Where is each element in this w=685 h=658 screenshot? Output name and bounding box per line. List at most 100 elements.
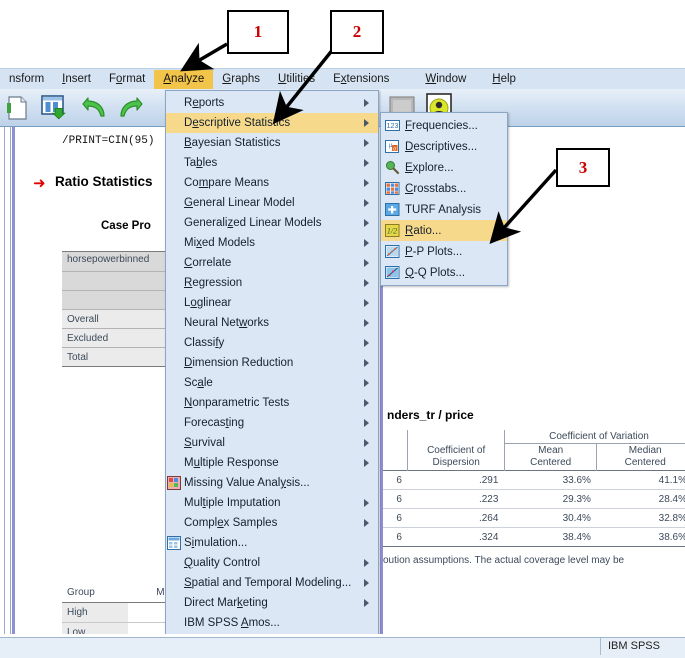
chevron-right-icon [364,419,369,427]
chevron-right-icon [364,439,369,447]
submenu-ratio[interactable]: 1/2 Ratio... [381,220,507,241]
chevron-right-icon [364,299,369,307]
table-row: 6 .264 30.4% 32.8% [383,509,685,528]
menu-loglinear[interactable]: Loglinear [166,293,378,313]
menu-general-linear-model[interactable]: General Linear Model [166,193,378,213]
median-centered-cell: 41.1% [597,471,685,490]
annotation-arrow-1 [186,44,227,68]
new-document-icon[interactable] [6,95,30,121]
syntax-line: /PRINT=CIN(95) [62,135,154,147]
row-truncation: 6 [383,509,408,528]
menu-tables[interactable]: Tables [166,153,378,173]
submenu-explore[interactable]: Explore... [381,157,507,178]
chevron-right-icon [364,259,369,267]
status-bar: IBM SPSS [0,634,685,658]
mean-centered-cell: 29.3% [504,490,596,509]
mean-centered-col-header: Mean Centered [504,444,596,471]
menu-mixed-models[interactable]: Mixed Models [166,233,378,253]
menu-dimension-reduction[interactable]: Dimension Reduction [166,353,378,373]
menu-missing-value-analysis[interactable]: Missing Value Analysis... [166,473,378,493]
menu-simulation[interactable]: Simulation... [166,533,378,553]
menu-scale[interactable]: Scale [166,373,378,393]
menu-item-utilities[interactable]: Utilities [269,70,324,90]
menu-neural-networks[interactable]: Neural Networks [166,313,378,333]
chevron-right-icon [364,379,369,387]
row-truncation: 6 [383,471,408,490]
chevron-right-icon [364,359,369,367]
chevron-right-icon [364,339,369,347]
submenu-crosstabs[interactable]: Crosstabs... [381,178,507,199]
menu-item-transform[interactable]: nsform [0,70,53,90]
menu-complex-samples[interactable]: Complex Samples [166,513,378,533]
pp-plots-icon [385,244,400,259]
median-centered-cell: 38.6% [597,528,685,547]
coefficient-variation-group-header: Coefficient of Variation [504,430,685,444]
mean-centered-cell: 38.4% [504,528,596,547]
menu-quality-control[interactable]: Quality Control [166,553,378,573]
undo-icon[interactable] [82,97,108,119]
descriptive-statistics-submenu: 123 Frequencies... µ σ Descriptives... E… [380,112,508,286]
menu-classify[interactable]: Classify [166,333,378,353]
menu-correlate[interactable]: Correlate [166,253,378,273]
menu-spatial-temporal-modeling[interactable]: Spatial and Temporal Modeling... [166,573,378,593]
annotation-callout-1: 1 [227,10,289,54]
chevron-right-icon [364,399,369,407]
dispersion-cell: .223 [408,490,505,509]
chevron-right-icon [364,219,369,227]
menu-direct-marketing[interactable]: Direct Marketing [166,593,378,613]
menu-item-graphs[interactable]: Graphs [213,70,269,90]
chevron-right-icon [364,459,369,467]
qq-plots-icon [385,265,400,280]
menu-regression[interactable]: Regression [166,273,378,293]
menu-multiple-imputation[interactable]: Multiple Imputation [166,493,378,513]
menu-forecasting[interactable]: Forecasting [166,413,378,433]
menu-compare-means[interactable]: Compare Means [166,173,378,193]
menu-item-help[interactable]: Help [483,70,525,90]
submenu-pp-plots[interactable]: P-P Plots... [381,241,507,262]
submenu-turf-analysis[interactable]: TURF Analysis [381,199,507,220]
row-truncation: 6 [383,528,408,547]
menu-item-window[interactable]: Window [416,70,475,90]
annotation-callout-3: 3 [556,148,610,187]
ratio-table-title: nders_tr / price [387,408,474,422]
ratio-icon: 1/2 [385,223,400,238]
menu-descriptive-statistics[interactable]: Descriptive Statistics [166,113,378,133]
menu-item-insert[interactable]: Insert [53,70,100,90]
table-header-row: Coefficient of Variation [383,430,685,444]
frequencies-icon: 123 [385,118,400,133]
dispersion-cell: .324 [408,528,505,547]
menu-item-utilities-label: tilities [286,73,315,85]
menu-item-transform-label: nsform [9,73,44,85]
dispersion-cell: .264 [408,509,505,528]
submenu-qq-plots[interactable]: Q-Q Plots... [381,262,507,283]
status-bar-separator [600,638,601,655]
mean-centered-cell: 33.6% [504,471,596,490]
turf-icon [385,202,400,217]
annotation-callout-2: 2 [330,10,384,54]
menu-ibm-spss-amos[interactable]: IBM SPSS Amos... [166,613,378,633]
chevron-right-icon [364,279,369,287]
menu-item-format-label: rmat [122,73,145,85]
output-selection-arrow-icon: ➜ [33,176,46,191]
crosstabs-icon [385,181,400,196]
case-processing-title: Case Pro [101,220,151,232]
ratio-statistics-heading: Ratio Statistics [55,174,153,189]
redo-icon[interactable] [117,97,143,119]
menu-bayesian-statistics[interactable]: Bayesian Statistics [166,133,378,153]
submenu-descriptives[interactable]: µ σ Descriptives... [381,136,507,157]
export-output-icon[interactable] [40,94,70,122]
menu-item-extensions[interactable]: Extensions [324,70,398,90]
submenu-frequencies[interactable]: 123 Frequencies... [381,115,507,136]
menu-generalized-linear-models[interactable]: Generalized Linear Models [166,213,378,233]
explore-icon [385,160,400,175]
spss-output-window: nsform Insert Format Analyze Graphs Util… [0,0,685,658]
menu-item-format[interactable]: Format [100,70,154,90]
status-bar-text: IBM SPSS [608,640,660,652]
chevron-right-icon [364,159,369,167]
menu-multiple-response[interactable]: Multiple Response [166,453,378,473]
menu-reports[interactable]: Reports [166,93,378,113]
menu-item-analyze[interactable]: Analyze [154,70,213,90]
chevron-right-icon [364,559,369,567]
menu-survival[interactable]: Survival [166,433,378,453]
menu-nonparametric-tests[interactable]: Nonparametric Tests [166,393,378,413]
